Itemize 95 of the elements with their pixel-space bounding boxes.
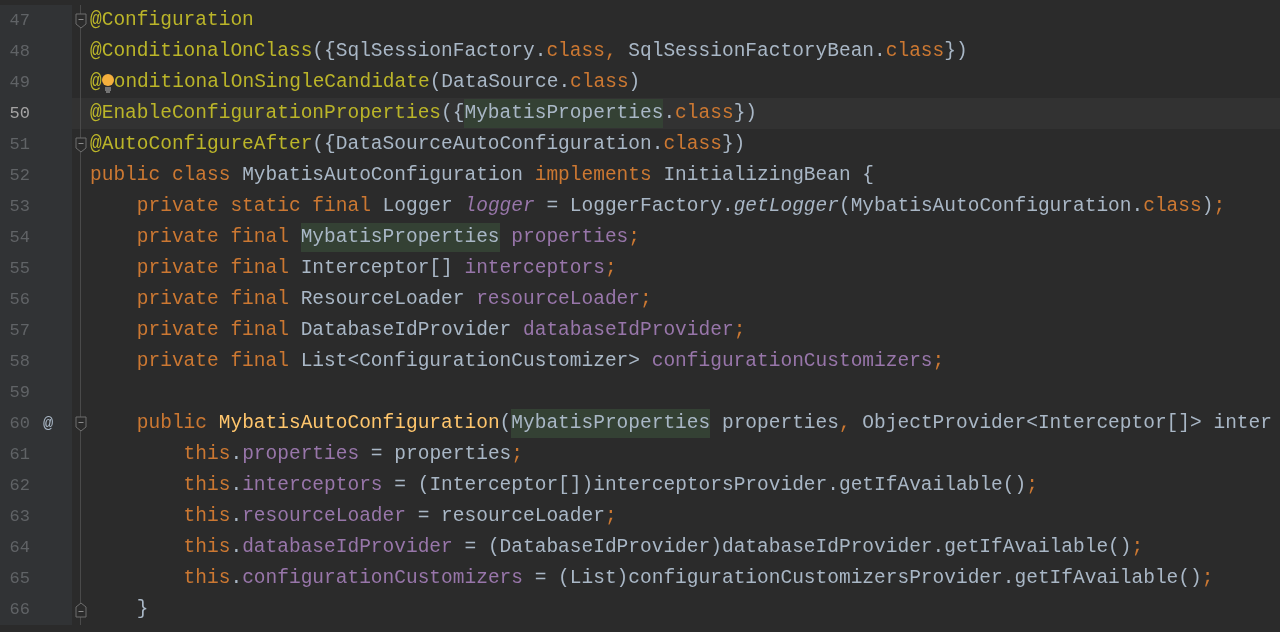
keyword-text: public xyxy=(135,410,209,436)
keyword-text: class xyxy=(663,131,722,157)
keyword-text: ; xyxy=(1213,193,1226,219)
annotation-text: @AutoConfigureAfter xyxy=(90,131,313,157)
method-name: MybatisAutoConfiguration xyxy=(218,410,500,436)
keyword-text: class xyxy=(885,38,945,64)
keyword-text: ; xyxy=(932,348,945,374)
field-name: properties xyxy=(510,224,629,250)
keyword-text: this xyxy=(182,534,231,560)
field-name: interceptors xyxy=(242,472,383,498)
keyword-text: ; xyxy=(1201,565,1214,591)
code-text: DatabaseIdProvider xyxy=(299,317,513,343)
code-text: . xyxy=(230,441,243,467)
code-text: ObjectProvider<Interceptor[]> inter xyxy=(861,410,1272,436)
keyword-text: ; xyxy=(1026,472,1038,498)
keyword-text: class xyxy=(1143,193,1202,219)
code-text: MybatisAutoConfiguration xyxy=(241,162,524,188)
keyword-text: this xyxy=(182,503,231,529)
fold-start-icon[interactable] xyxy=(75,415,87,432)
code-text: . xyxy=(230,503,243,529)
highlighted-identifier: MybatisProperties xyxy=(464,98,664,129)
code-text: ResourceLoader xyxy=(299,286,466,312)
code-text: ( xyxy=(499,410,512,436)
field-name: properties xyxy=(242,441,360,467)
fold-start-icon[interactable] xyxy=(75,12,87,29)
line-number: 50 xyxy=(8,102,30,125)
keyword-text: ; xyxy=(1131,534,1144,560)
keyword-text: ; xyxy=(628,224,640,250)
code-text: . xyxy=(230,565,243,591)
code-text: InitializingBean { xyxy=(662,162,875,188)
annotation-text: onditionalOnSingleCandidate xyxy=(113,69,430,95)
code-text: properties xyxy=(720,410,839,436)
code-text: }) xyxy=(733,100,758,126)
code-text: ({DataSourceAutoConfiguration. xyxy=(312,131,664,157)
fold-end-icon[interactable] xyxy=(75,601,87,618)
keyword-text: class xyxy=(546,38,605,64)
code-text: = LoggerFactory. xyxy=(545,193,734,219)
keyword-text: this xyxy=(182,441,231,467)
highlighted-identifier: MybatisProperties xyxy=(511,408,711,439)
keyword-text: this xyxy=(182,565,231,591)
annotation-text: @EnableConfigurationProperties xyxy=(90,100,442,126)
code-text: SqlSessionFactoryBean. xyxy=(627,38,886,64)
keyword-text: ; xyxy=(640,286,652,312)
code-text: (DataSource. xyxy=(429,69,571,95)
keyword-text: public class xyxy=(90,162,231,188)
static-field-name: logger xyxy=(464,193,535,219)
code-text: } xyxy=(135,596,149,622)
code-text: . xyxy=(230,534,243,560)
keyword-text: , xyxy=(604,38,617,64)
code-text: }) xyxy=(721,131,746,157)
annotation-text: @ xyxy=(90,69,102,95)
keyword-text: this xyxy=(182,472,231,498)
annotation-text: @ConditionalOnClass xyxy=(90,38,313,64)
highlighted-identifier: MybatisProperties xyxy=(300,222,500,253)
keyword-text: ; xyxy=(604,503,617,529)
keyword-text: ; xyxy=(511,441,523,467)
code-text: ) xyxy=(628,69,641,95)
field-name: databaseIdProvider xyxy=(242,534,453,560)
gutter-marker[interactable]: @ xyxy=(42,410,54,437)
keyword-text: private final xyxy=(135,317,289,343)
code-text: = (Interceptor[])interceptorsProvider.getIfAvailable() xyxy=(393,472,1027,498)
code-text: Logger xyxy=(381,193,454,219)
code-text: (MybatisAutoConfiguration. xyxy=(838,193,1144,219)
code-text: ({SqlSessionFactory. xyxy=(312,38,547,64)
code-text: ) xyxy=(1201,193,1214,219)
code-text: = (List)configurationCustomizersProvider.getIfAvailable() xyxy=(533,565,1202,591)
class-literal: .class xyxy=(663,100,734,126)
keyword-text: ; xyxy=(733,317,746,343)
lightbulb-icon[interactable] xyxy=(101,72,114,93)
code-text: Interceptor[] xyxy=(299,255,454,281)
keyword-text: private final xyxy=(135,286,289,312)
keyword-text: ; xyxy=(604,255,617,281)
code-text: List<ConfigurationCustomizer> xyxy=(299,348,641,374)
field-name: configurationCustomizers xyxy=(651,348,933,374)
keyword-text: private static final xyxy=(135,193,371,219)
code-text: = resourceLoader xyxy=(416,503,605,529)
code-text: ({ xyxy=(441,100,465,126)
field-name: resourceLoader xyxy=(476,286,640,312)
keyword-text: private final xyxy=(135,348,289,374)
keyword-text: , xyxy=(838,410,851,436)
code-text: = properties xyxy=(369,441,512,467)
fold-start-icon[interactable] xyxy=(75,136,87,153)
field-name: resourceLoader xyxy=(242,503,406,529)
keyword-text: private final xyxy=(135,224,290,250)
annotation-text: @Configuration xyxy=(90,7,254,33)
method-call: getLogger xyxy=(733,193,839,219)
field-name: interceptors xyxy=(464,255,605,281)
code-text: }) xyxy=(944,38,968,64)
keyword-text: implements xyxy=(534,162,652,188)
code-text: . xyxy=(230,472,243,498)
keyword-text: private final xyxy=(135,255,289,281)
field-name: configurationCustomizers xyxy=(242,565,523,591)
code-text: = (DatabaseIdProvider)databaseIdProvider.getIfAvailable() xyxy=(463,534,1132,560)
field-name: databaseIdProvider xyxy=(523,317,734,343)
keyword-text: class xyxy=(570,69,629,95)
